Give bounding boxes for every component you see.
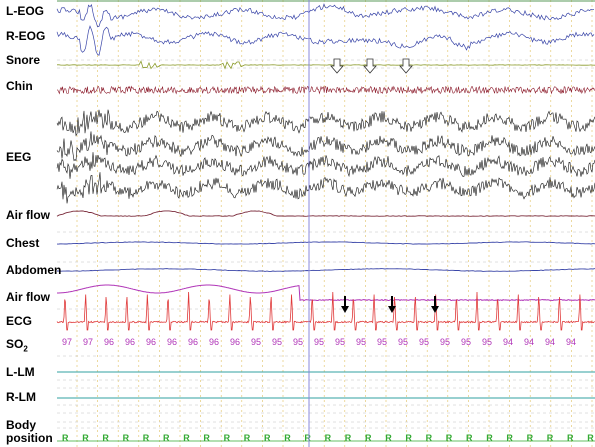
snore-trace <box>57 60 595 70</box>
body-position-value: R <box>527 433 534 443</box>
body-position-value: R <box>244 433 251 443</box>
open-arrow-icon <box>363 58 377 74</box>
body-position-value: R <box>547 433 554 443</box>
filled-arrow-icon <box>341 296 349 313</box>
channel-label-abdomen: Abdomen <box>6 263 62 277</box>
so2-value: 95 <box>356 337 366 347</box>
so2-value: 94 <box>524 337 534 347</box>
so2-value: 96 <box>146 337 156 347</box>
channel-label-airflow-thermal: Air flow <box>6 208 50 222</box>
channel-label-airflow-pressure: Air flow <box>6 290 50 304</box>
polysomnogram-plot: 97 97 96 96 96 96 96 96 96 95 95 95 95 95 95 95 95 95 95 95… <box>56 0 595 447</box>
body-position-value: R <box>284 433 291 443</box>
body-position-value: R <box>224 433 231 443</box>
so2-value: 95 <box>293 337 303 347</box>
body-position-value: R <box>123 433 130 443</box>
so2-value: 95 <box>314 337 324 347</box>
so2-value: 97 <box>62 337 72 347</box>
body-position-value: R <box>203 433 210 443</box>
body-position-value: R <box>345 433 352 443</box>
body-position-value: R <box>82 433 89 443</box>
channel-label-r-lm: R-LM <box>6 390 36 404</box>
body-position-value: R <box>426 433 433 443</box>
so2-value: 95 <box>398 337 408 347</box>
so2-value: 95 <box>272 337 282 347</box>
r-eog-trace <box>56 25 595 56</box>
body-position-value: R <box>486 433 493 443</box>
l-eog-trace <box>56 3 595 28</box>
body-position-value: R <box>325 433 332 443</box>
body-position-value: R <box>102 433 109 443</box>
chest-trace <box>56 241 595 245</box>
so2-value: 96 <box>188 337 198 347</box>
body-position-value: R <box>365 433 372 443</box>
body-position-value: R <box>143 433 150 443</box>
so2-value: 97 <box>83 337 93 347</box>
body-position-value: R <box>385 433 392 443</box>
channel-label-so2: SO2 <box>6 338 28 355</box>
open-arrow-icon <box>330 58 344 74</box>
so2-value: 95 <box>440 337 450 347</box>
body-position-value: R <box>446 433 453 443</box>
so2-label-main: SO <box>6 337 24 351</box>
body-position-value: R <box>62 433 69 443</box>
so2-value: 96 <box>209 337 219 347</box>
channel-label-ecg: ECG <box>6 314 33 328</box>
abdomen-trace <box>57 268 595 272</box>
so2-value: 96 <box>230 337 240 347</box>
so2-value: 95 <box>419 337 429 347</box>
body-position-value: R <box>405 433 412 443</box>
body-position-value: R <box>183 433 190 443</box>
body-position-value: R <box>567 433 574 443</box>
ecg-trace <box>56 291 595 331</box>
channel-labels: L-EOG R-EOG Snore Chin EEG Air flow Ches… <box>0 0 61 447</box>
channel-label-position: position <box>6 431 53 445</box>
body-position-value: R <box>163 433 170 443</box>
body-position-value: R <box>304 433 311 443</box>
channel-label-eeg: EEG <box>6 150 32 164</box>
so2-value: 95 <box>461 337 471 347</box>
body-position-value: R <box>264 433 271 443</box>
eeg-trace <box>56 172 595 204</box>
so2-label-subscript: 2 <box>23 344 28 354</box>
body-position-value: R <box>506 433 513 443</box>
so2-value: 95 <box>335 337 345 347</box>
channel-label-l-eog: L-EOG <box>6 4 44 18</box>
chin-trace <box>56 85 595 95</box>
airflow-thermal-trace <box>56 210 595 217</box>
so2-value: 94 <box>503 337 513 347</box>
so2-value: 95 <box>377 337 387 347</box>
so2-value: 96 <box>125 337 135 347</box>
so2-value: 96 <box>104 337 114 347</box>
eeg-trace <box>56 152 595 179</box>
channel-label-l-lm: L-LM <box>6 365 35 379</box>
signal-traces <box>56 3 595 442</box>
so2-value: 94 <box>545 337 555 347</box>
channel-label-snore: Snore <box>6 53 41 67</box>
channel-label-chin: Chin <box>6 79 33 93</box>
so2-value: 95 <box>482 337 492 347</box>
channel-label-chest: Chest <box>6 236 40 250</box>
time-grid <box>57 0 595 447</box>
body-position-value: R <box>466 433 473 443</box>
so2-value: 95 <box>251 337 261 347</box>
open-arrow-icon <box>399 58 413 74</box>
so2-value: 94 <box>566 337 576 347</box>
channel-label-r-eog: R-EOG <box>6 29 46 43</box>
body-position-value: R <box>587 433 594 443</box>
so2-value: 96 <box>167 337 177 347</box>
filled-arrow-icon <box>431 296 439 313</box>
airflow-pressure-trace <box>57 284 595 302</box>
eeg-trace <box>56 109 595 137</box>
